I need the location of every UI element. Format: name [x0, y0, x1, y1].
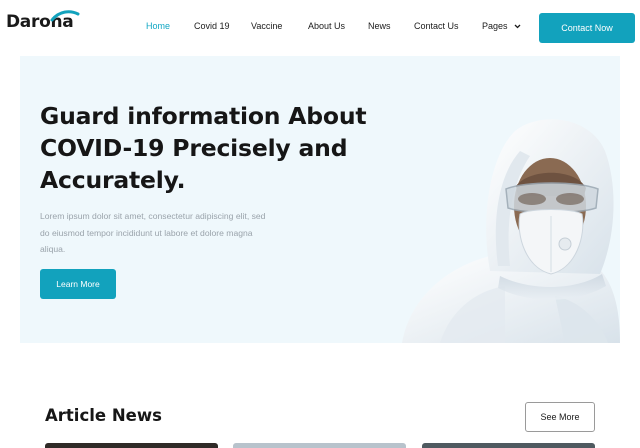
nav-item-covid-19[interactable]: Covid 19	[194, 21, 230, 31]
hero-description-line: Lorem ipsum dolor sit amet, consectetur …	[40, 211, 266, 221]
hero-title-line: COVID-19 Precisely and	[40, 134, 348, 162]
brand-logo[interactable]: Darona	[6, 10, 80, 36]
article-news-title: Article News	[45, 406, 162, 425]
article-card-image[interactable]	[45, 443, 218, 448]
hero-title-line: Guard information About	[40, 102, 367, 130]
see-more-button[interactable]: See More	[525, 402, 595, 432]
hero-description-line: aliqua.	[40, 244, 66, 254]
nav-item-vaccine[interactable]: Vaccine	[251, 21, 282, 31]
nav-item-home[interactable]: Home	[146, 21, 170, 31]
article-card-image[interactable]	[422, 443, 595, 448]
contact-now-button[interactable]: Contact Now	[539, 13, 635, 43]
chevron-down-icon	[514, 24, 521, 29]
nav-item-contact-us[interactable]: Contact Us	[414, 21, 459, 31]
site-header: Darona Home Covid 19 Vaccine About Us Ne…	[0, 0, 640, 56]
learn-more-button[interactable]: Learn More	[40, 269, 116, 299]
hero-image	[402, 119, 620, 343]
nav-item-pages[interactable]: Pages	[482, 21, 521, 31]
hero-description-line: do eiusmod tempor incididunt ut labore e…	[40, 227, 253, 238]
nav-item-pages-label: Pages	[482, 21, 508, 31]
nav-item-about-us[interactable]: About Us	[308, 21, 345, 31]
hero-description: Lorem ipsum dolor sit amet, consectetur …	[40, 208, 300, 258]
hero-section: Guard information About COVID-19 Precise…	[20, 56, 620, 343]
logo-swoosh-icon	[50, 10, 80, 22]
nav-item-news[interactable]: News	[368, 21, 391, 31]
hero-title: Guard information About COVID-19 Precise…	[40, 100, 380, 196]
article-card-image[interactable]	[233, 443, 406, 448]
hero-title-line: Accurately.	[40, 166, 186, 194]
